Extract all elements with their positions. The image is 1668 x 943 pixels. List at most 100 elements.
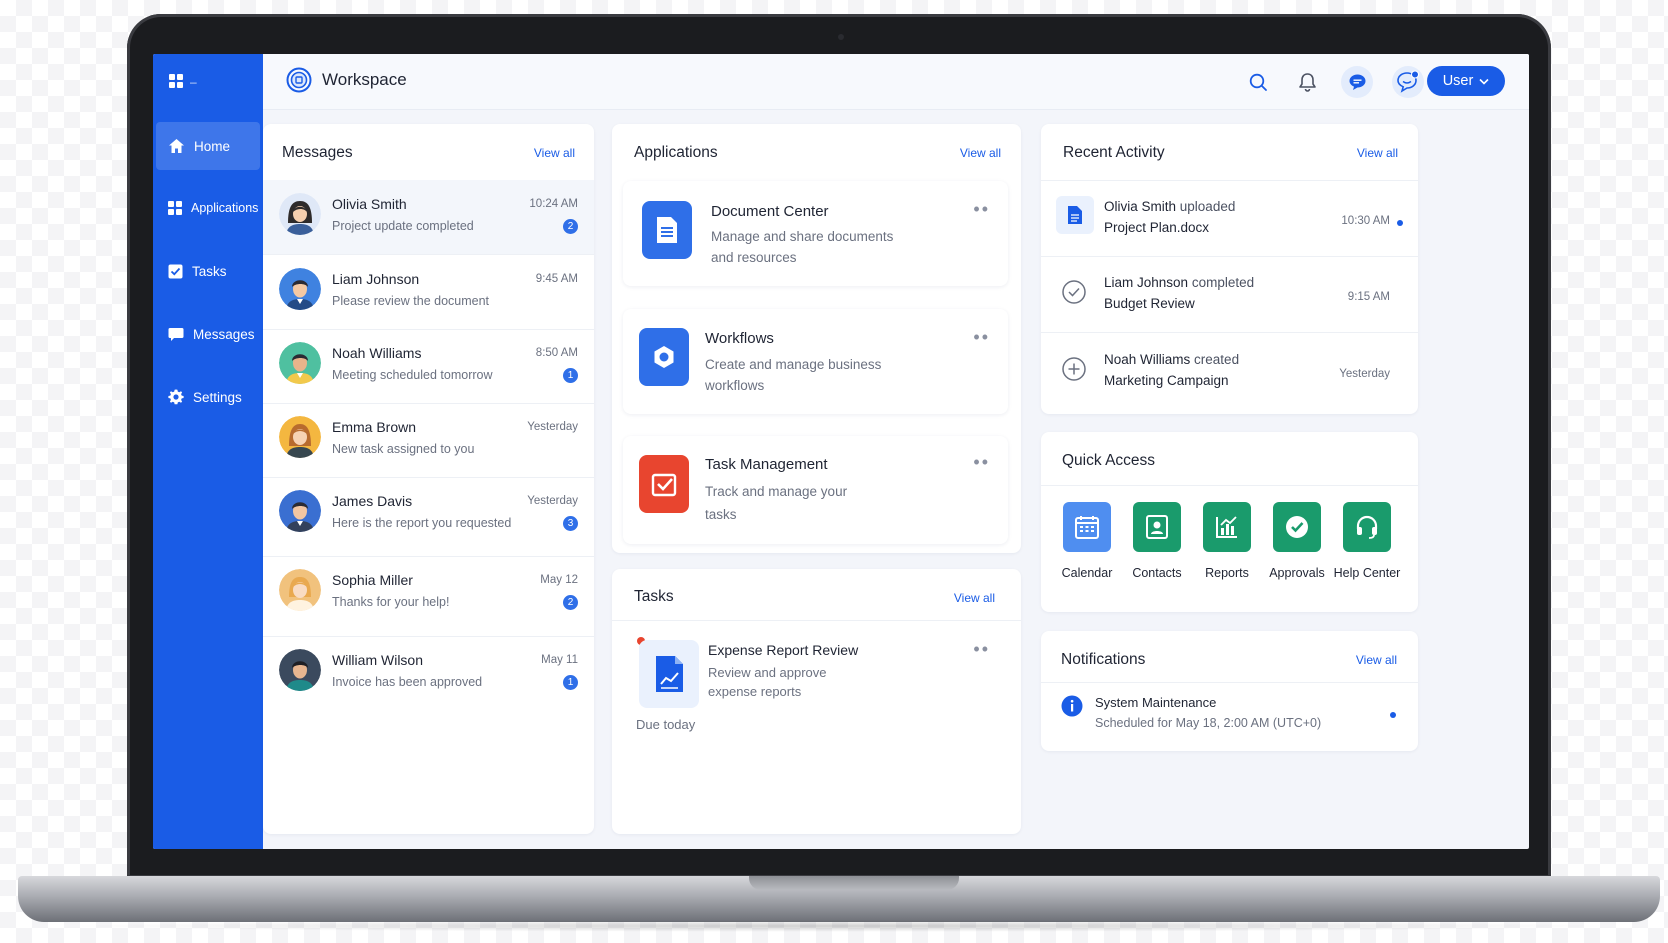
- notification-item[interactable]: System Maintenance Scheduled for May 18,…: [1041, 683, 1418, 749]
- app-title: Document Center: [711, 203, 829, 220]
- user-menu-button[interactable]: User: [1427, 66, 1505, 96]
- sidebar-item-tasks[interactable]: Tasks: [153, 247, 263, 295]
- quick-access-label: Reports: [1205, 566, 1249, 580]
- search-icon: [1249, 73, 1267, 91]
- reports-chart-icon: [1203, 502, 1251, 552]
- chat-button[interactable]: [1341, 66, 1373, 98]
- avatar: [279, 490, 321, 532]
- chevron-down-icon: [1479, 78, 1489, 85]
- info-icon: [1061, 695, 1083, 717]
- message-time: 9:45 AM: [535, 273, 578, 285]
- quick-access-label: Approvals: [1269, 566, 1325, 580]
- quick-access-reports[interactable]: Reports: [1191, 502, 1263, 580]
- avatar: [279, 268, 321, 310]
- activity-item[interactable]: Liam Johnson completed Budget Review 9:15…: [1041, 257, 1418, 333]
- notifications-title: Notifications: [1061, 651, 1146, 668]
- app-task-management[interactable]: Task Management Track and manage your ta…: [623, 436, 1008, 544]
- sidebar: – Home Applications Tasks Messages Setti…: [153, 54, 263, 849]
- more-options-button[interactable]: ••: [973, 639, 990, 660]
- avatar: [279, 416, 321, 458]
- headset-icon: [1343, 502, 1391, 552]
- activity-action: uploaded: [1179, 199, 1236, 214]
- message-row[interactable]: James Davis Here is the report you reque…: [263, 477, 594, 551]
- calendar-icon: [1063, 502, 1111, 552]
- message-preview: Invoice has been approved: [332, 675, 483, 689]
- tasks-card: Tasks View all Expense Report Review Rev…: [612, 569, 1021, 834]
- recent-activity-card: Recent Activity View all Olivia Smith up…: [1041, 124, 1418, 414]
- divider: [1041, 485, 1418, 486]
- task-item[interactable]: Expense Report Review Review and approve…: [615, 621, 1008, 751]
- message-time: Yesterday: [527, 421, 578, 433]
- app-description: Track and manage your tasks: [705, 484, 848, 522]
- message-row[interactable]: Noah Williams Meeting scheduled tomorrow…: [263, 329, 594, 403]
- quick-access-approvals[interactable]: Approvals: [1261, 502, 1333, 580]
- sidebar-menu-toggle[interactable]: –: [169, 74, 197, 89]
- message-row[interactable]: Liam Johnson Please review the document …: [263, 255, 594, 329]
- checkbox-icon: [168, 264, 183, 278]
- search-button[interactable]: [1244, 68, 1272, 96]
- unread-badge: 2: [563, 595, 578, 610]
- quick-access-card: Quick Access Calendar Contacts Reports A…: [1041, 432, 1418, 612]
- task-description: Review and approve expense reports: [708, 665, 827, 699]
- message-preview: Here is the report you requested: [332, 516, 512, 530]
- approvals-check-icon: [1273, 502, 1321, 552]
- message-sender: William Wilson: [332, 652, 423, 668]
- grid-icon: [168, 201, 182, 215]
- unread-badge: 1: [563, 368, 578, 383]
- grid-icon: [169, 74, 183, 88]
- activity-view-all-link[interactable]: View all: [1357, 146, 1398, 160]
- tasks-view-all-link[interactable]: View all: [954, 591, 995, 605]
- home-icon: [169, 139, 184, 153]
- sidebar-item-applications[interactable]: Applications: [153, 184, 263, 232]
- notifications-card: Notifications View all System Maintenanc…: [1041, 631, 1418, 751]
- app-workflows[interactable]: Workflows Create and manage business wor…: [623, 309, 1008, 414]
- applications-card: Applications View all Document Center Ma…: [612, 124, 1021, 553]
- message-preview: Thanks for your help!: [332, 595, 450, 609]
- brand[interactable]: Workspace: [286, 67, 407, 93]
- activity-object: Marketing Campaign: [1104, 373, 1229, 388]
- notifications-button[interactable]: [1293, 68, 1321, 96]
- message-row[interactable]: Sophia Miller Thanks for your help! May …: [263, 556, 594, 630]
- collapse-indicator: –: [190, 74, 197, 89]
- activity-action: created: [1194, 352, 1240, 367]
- quick-access-help-center[interactable]: Help Center: [1331, 502, 1403, 580]
- applications-view-all-link[interactable]: View all: [960, 146, 1001, 160]
- unread-badge: 2: [563, 219, 578, 234]
- sidebar-item-messages[interactable]: Messages: [153, 310, 263, 358]
- sidebar-item-settings[interactable]: Settings: [153, 373, 263, 421]
- app-title: Workflows: [705, 330, 774, 347]
- activity-item[interactable]: Noah Williams created Marketing Campaign …: [1041, 334, 1418, 410]
- divider: [1041, 332, 1418, 333]
- sidebar-item-home[interactable]: Home: [156, 122, 260, 170]
- activity-actor: Olivia Smith: [1104, 199, 1177, 214]
- activity-time: Yesterday: [1339, 368, 1390, 380]
- messages-view-all-link[interactable]: View all: [534, 146, 575, 160]
- laptop-camera: [838, 34, 844, 40]
- activity-item[interactable]: Olivia Smith uploaded Project Plan.docx 1…: [1041, 181, 1418, 257]
- quick-access-contacts[interactable]: Contacts: [1121, 502, 1193, 580]
- applications-title: Applications: [634, 144, 718, 161]
- sidebar-item-label: Messages: [193, 326, 255, 342]
- more-options-button[interactable]: ••: [973, 452, 990, 473]
- app-document-center[interactable]: Document Center Manage and share documen…: [623, 181, 1008, 286]
- recent-activity-title: Recent Activity: [1063, 144, 1165, 161]
- avatar: [279, 569, 321, 611]
- unread-badge: 3: [563, 516, 578, 531]
- more-options-button[interactable]: ••: [973, 199, 990, 220]
- message-row[interactable]: Emma Brown New task assigned to you Yest…: [263, 403, 594, 477]
- message-time: May 12: [540, 574, 578, 586]
- bell-icon: [1298, 73, 1316, 92]
- support-chat-button[interactable]: [1392, 66, 1424, 98]
- message-sender: Noah Williams: [332, 345, 422, 361]
- avatar: [279, 649, 321, 691]
- message-row[interactable]: William Wilson Invoice has been approved…: [263, 636, 594, 710]
- quick-access-calendar[interactable]: Calendar: [1051, 502, 1123, 580]
- message-preview: Project update completed: [332, 219, 474, 233]
- notifications-view-all-link[interactable]: View all: [1356, 653, 1397, 667]
- message-row[interactable]: Olivia Smith Project update completed 10…: [263, 180, 594, 254]
- plus-circle-icon: [1062, 357, 1086, 381]
- message-time: Yesterday: [527, 495, 578, 507]
- more-options-button[interactable]: ••: [973, 327, 990, 348]
- page-title: Workspace: [322, 70, 407, 89]
- chat-icon: [168, 327, 184, 341]
